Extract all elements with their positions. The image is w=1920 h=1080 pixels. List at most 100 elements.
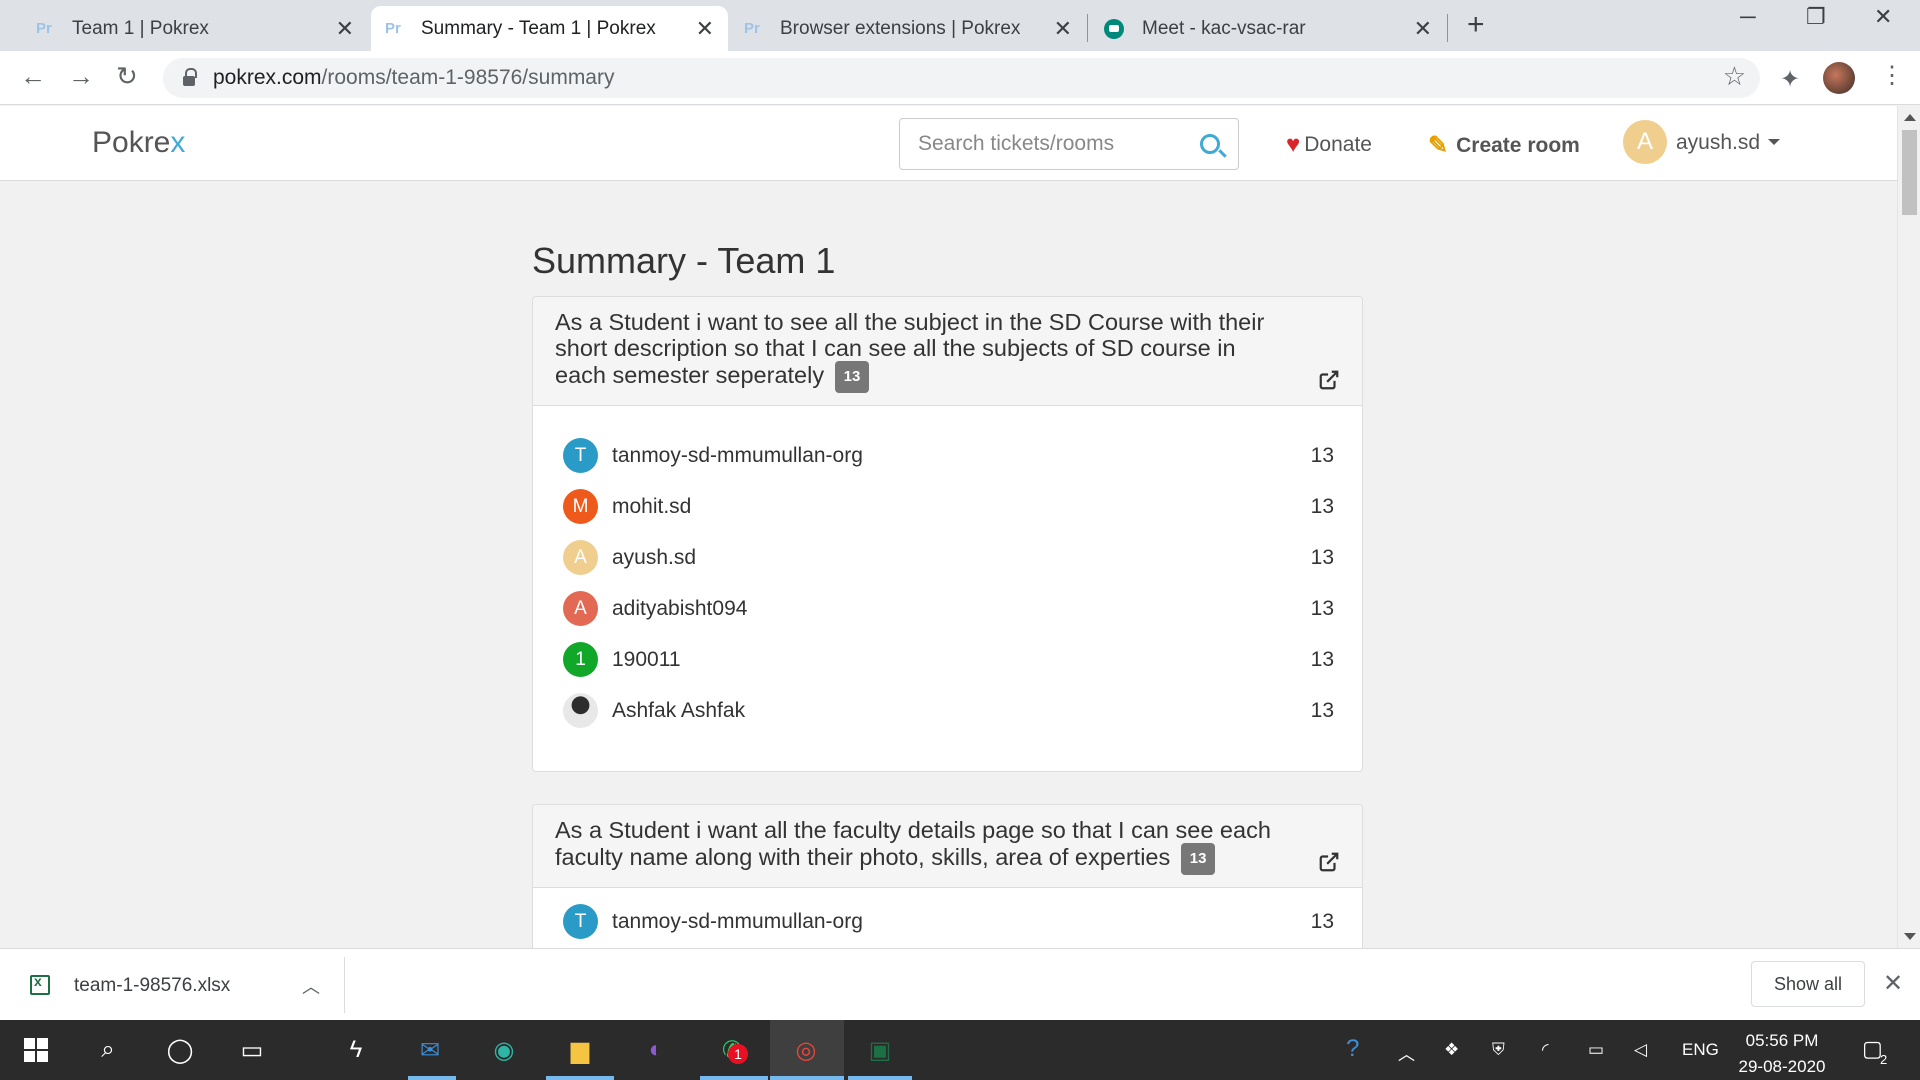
menu-kebab-icon[interactable]: ⋮ [1880,61,1904,90]
vote-list: T tanmoy-sd-mmumullan-org 13 [533,888,1362,947]
user-menu-name[interactable]: ayush.sd [1676,131,1760,155]
tab-meet[interactable]: Meet - kac-vsac-rar ✕ [1090,6,1446,51]
tab-separator [1447,14,1448,42]
vote-value: 13 [1310,443,1334,467]
close-tab-icon[interactable]: ✕ [336,16,354,42]
vote-value: 13 [1310,909,1334,933]
address-bar[interactable]: pokrex.com/rooms/team-1-98576/summary ☆ [163,58,1760,98]
vote-value: 13 [1310,698,1334,722]
windows-taskbar: ⌕ ◯ ▭ ϟ ✉ ◉ ▆ ◐ ✆ ◎ ▣ ? ︿ ❖ ⛨ ◜ ▭ ◁ ENG … [0,1020,1920,1080]
voter-name: tanmoy-sd-mmumullan-org [612,909,863,933]
avatar-photo [563,693,598,728]
tab-separator [1087,14,1088,42]
voter-name: adityabisht094 [612,596,748,620]
close-icon[interactable]: ✕ [1883,969,1903,998]
search-icon[interactable] [1200,134,1220,154]
external-link-icon[interactable] [1318,369,1340,391]
scroll-down-icon[interactable] [1904,933,1916,940]
show-all-button[interactable]: Show all [1751,961,1865,1007]
system-clock[interactable]: 05:56 PM 29-08-2020 [1730,1028,1834,1080]
help-icon[interactable]: ? [1346,1035,1359,1063]
security-shield-icon[interactable]: ⛨ [1492,1040,1505,1060]
url-path: /rooms/team-1-98576/summary [321,66,615,89]
voter-name: ayush.sd [612,545,697,569]
language-indicator[interactable]: ENG [1682,1040,1719,1060]
bookmark-star-icon[interactable]: ☆ [1723,61,1746,92]
close-tab-icon[interactable]: ✕ [1414,16,1432,42]
notification-badge: 1 [728,1044,748,1064]
tab-browser-extensions[interactable]: Pr Browser extensions | Pokrex ✕ [730,6,1086,51]
brand-accent: x [170,126,186,159]
vote-row: T tanmoy-sd-mmumullan-org 13 [533,430,1362,481]
new-tab-icon[interactable]: + [1467,8,1485,42]
downloads-bar: team-1-98576.xlsx ︿ Show all ✕ [0,948,1920,1020]
heart-icon: ♥ [1286,131,1301,158]
close-tab-icon[interactable]: ✕ [1054,16,1072,42]
edge-icon[interactable]: ◉ [488,1034,520,1066]
external-link-icon[interactable] [1318,851,1340,873]
mail-icon[interactable]: ✉ [414,1034,446,1066]
excel-file-icon [30,973,50,995]
running-indicator [700,1076,768,1080]
clock-time: 05:56 PM [1745,1031,1819,1050]
running-indicator [770,1076,844,1080]
pencil-icon: ✎ [1428,132,1449,159]
minimize-icon[interactable]: ─ [1740,4,1756,30]
user-avatar[interactable]: A [1623,120,1667,164]
tab-title: Meet - kac-vsac-rar [1142,17,1306,39]
back-icon[interactable]: ← [20,61,46,92]
forward-icon[interactable]: → [68,61,94,92]
tor-browser-icon[interactable]: ◐ [640,1034,672,1066]
wifi-icon[interactable]: ◜ [1542,1040,1549,1060]
chevron-up-icon[interactable]: ︿ [302,973,320,999]
search-icon[interactable]: ⌕ [92,1034,124,1066]
reload-icon[interactable]: ↻ [116,61,138,92]
tab-title: Team 1 | Pokrex [72,17,209,39]
url-host: pokrex.com [213,66,322,89]
tab-summary-team-1[interactable]: Pr Summary - Team 1 | Pokrex ✕ [371,6,728,51]
page-scrollbar[interactable] [1897,106,1920,948]
brand-logo[interactable]: Pokrex [92,126,185,160]
download-file-name[interactable]: team-1-98576.xlsx [74,975,230,997]
voter-name: Ashfak Ashfak [612,698,746,722]
avatar: 1 [563,642,598,677]
vote-row: Ashfak Ashfak 13 [533,685,1362,736]
url-text[interactable]: pokrex.com/rooms/team-1-98576/summary [213,66,614,90]
profile-avatar[interactable] [1823,62,1855,94]
windows-start-icon[interactable] [20,1034,52,1066]
chrome-icon[interactable]: ◎ [790,1034,822,1066]
search-box [899,118,1239,170]
lock-icon[interactable] [183,68,197,86]
file-explorer-icon[interactable]: ▆ [564,1034,596,1066]
vote-row: 1 190011 13 [533,634,1362,685]
app-s-icon[interactable]: ϟ [340,1034,372,1066]
avatar: T [563,438,598,473]
vote-row: T tanmoy-sd-mmumullan-org 13 [533,896,1362,947]
scroll-up-icon[interactable] [1904,114,1916,121]
points-badge: 13 [834,361,870,393]
meet-icon [1104,18,1124,39]
create-room-link[interactable]: ✎ Create room [1428,131,1580,160]
cortana-icon[interactable]: ◯ [164,1034,196,1066]
task-view-icon[interactable]: ▭ [236,1034,268,1066]
scrollbar-thumb[interactable] [1902,130,1917,215]
extensions-puzzle-icon[interactable]: ✦ [1780,65,1800,94]
battery-icon[interactable]: ▭ [1588,1040,1604,1060]
ticket-panel: As a Student i want all the faculty deta… [532,804,1363,964]
search-input[interactable] [918,132,1200,156]
close-tab-icon[interactable]: ✕ [696,16,714,42]
chevron-down-icon[interactable] [1768,139,1780,145]
tab-team-1[interactable]: Pr Team 1 | Pokrex ✕ [22,6,368,51]
donate-link[interactable]: ♥ Donate [1286,131,1372,159]
tab-title: Summary - Team 1 | Pokrex [421,17,656,39]
avatar: T [563,904,598,939]
pokrex-favicon-icon: Pr [385,20,401,37]
restore-icon[interactable]: ❐ [1806,4,1826,30]
volume-icon[interactable]: ◁ [1634,1040,1647,1060]
window-close-icon[interactable]: ✕ [1874,4,1892,30]
dropbox-icon[interactable]: ❖ [1444,1040,1459,1060]
avatar: A [563,540,598,575]
excel-icon[interactable]: ▣ [864,1034,896,1066]
chevron-up-icon[interactable]: ︿ [1398,1040,1415,1065]
avatar: A [563,591,598,626]
